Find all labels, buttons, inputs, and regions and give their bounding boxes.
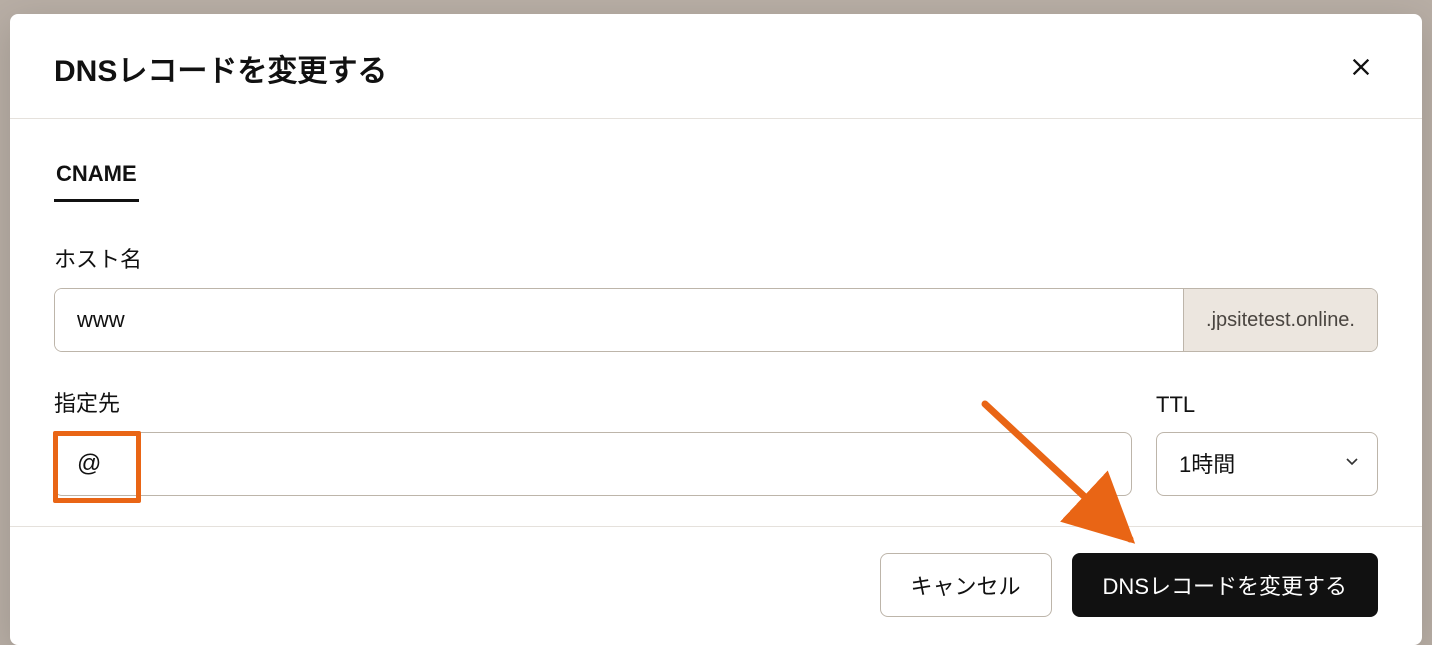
- close-button[interactable]: [1344, 50, 1378, 87]
- ttl-label: TTL: [1156, 392, 1378, 418]
- modal-header: DNSレコードを変更する: [10, 14, 1422, 119]
- hostname-suffix: .jpsitetest.online.: [1183, 289, 1377, 351]
- pointsto-label: 指定先: [54, 386, 1132, 418]
- row-pointsto-ttl: 指定先 TTL 1時間: [54, 386, 1378, 496]
- close-icon: [1350, 56, 1372, 81]
- modal-footer: キャンセル DNSレコードを変更する: [10, 526, 1422, 645]
- tab-cname[interactable]: CNAME: [54, 157, 139, 202]
- hostname-label: ホスト名: [54, 242, 1378, 274]
- modal-body: CNAME ホスト名 .jpsitetest.online. 指定先 TTL: [10, 119, 1422, 526]
- hostname-row: .jpsitetest.online.: [54, 288, 1378, 352]
- pointsto-input[interactable]: [54, 432, 1132, 496]
- hostname-input[interactable]: [55, 289, 1183, 351]
- cancel-button[interactable]: キャンセル: [880, 553, 1052, 617]
- field-ttl: TTL 1時間: [1156, 392, 1378, 496]
- modal-title: DNSレコードを変更する: [54, 46, 387, 90]
- tabs: CNAME: [54, 157, 1378, 202]
- submit-button[interactable]: DNSレコードを変更する: [1072, 553, 1378, 617]
- ttl-select[interactable]: 1時間: [1156, 432, 1378, 496]
- field-hostname: ホスト名 .jpsitetest.online.: [54, 242, 1378, 352]
- field-pointsto: 指定先: [54, 386, 1132, 496]
- dns-edit-modal: DNSレコードを変更する CNAME ホスト名 .jpsitetest.onli…: [10, 14, 1422, 645]
